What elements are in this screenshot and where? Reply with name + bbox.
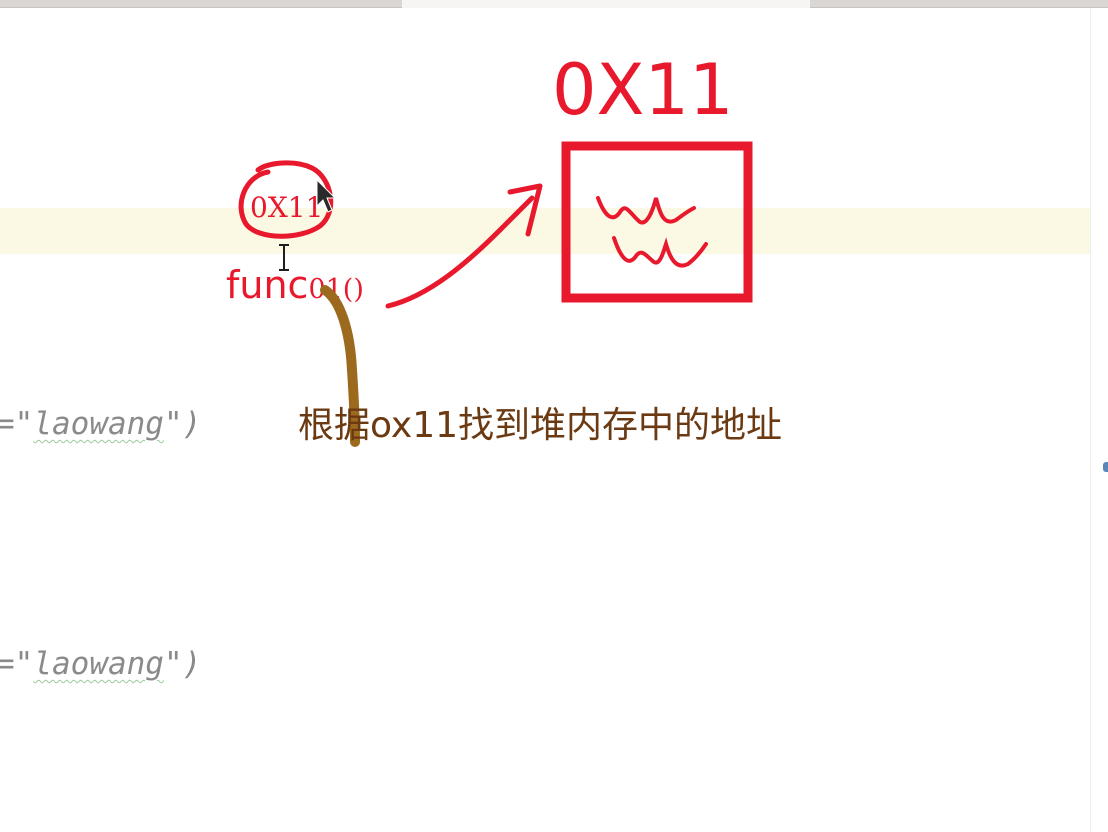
annotation-caption: 根据ox11找到堆内存中的地址 [298, 405, 783, 446]
arrow-head [507, 183, 543, 237]
screen: ="laowang") ="laowang") 0X11 func01() 0X… [0, 0, 1108, 832]
function-call-label: func01() [226, 263, 364, 307]
address-small-label: 0X11 [250, 191, 323, 224]
address-large-label: 0X11 [552, 49, 734, 131]
function-name: func [226, 263, 308, 307]
arrow-to-heap [385, 195, 535, 309]
heap-content-scribble [612, 236, 708, 268]
heap-content-scribble [596, 196, 696, 225]
heap-memory-box [561, 141, 753, 303]
